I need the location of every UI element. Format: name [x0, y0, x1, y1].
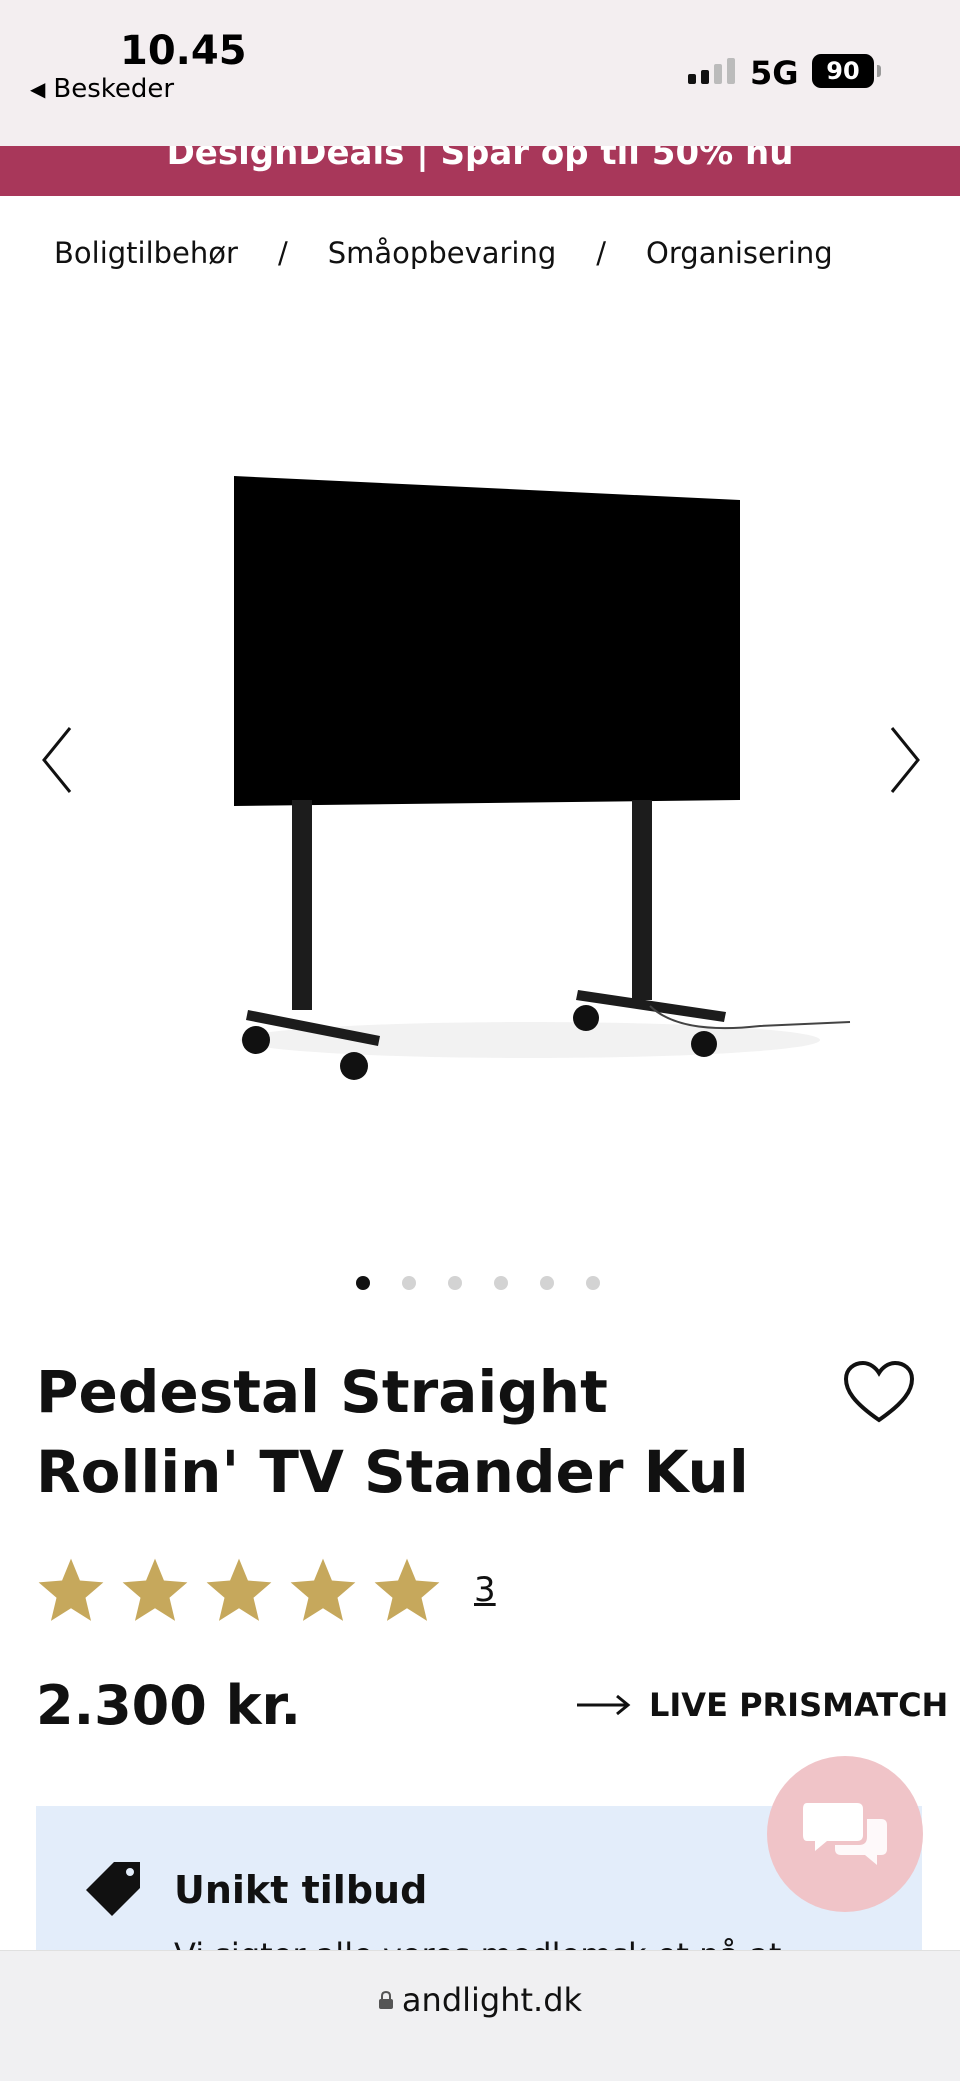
cellular-signal-icon	[688, 58, 737, 84]
back-label: Beskeder	[53, 74, 175, 104]
chat-button[interactable]	[767, 1756, 923, 1912]
network-type: 5G	[750, 54, 799, 92]
offer-title: Unikt tilbud	[174, 1868, 428, 1912]
star-icon	[290, 1558, 356, 1621]
star-rating	[34, 1554, 444, 1628]
gallery-dot[interactable]	[586, 1276, 600, 1290]
status-time: 10.45	[120, 28, 247, 74]
product-title: Pedestal Straight Rollin' TV Stander Kul	[36, 1358, 749, 1506]
promo-text: DesignDeals | Spar op til 50% nu	[166, 146, 794, 173]
gallery-dot[interactable]	[402, 1276, 416, 1290]
breadcrumb-item-organisering[interactable]: Organisering	[646, 236, 833, 270]
gallery-dot[interactable]	[494, 1276, 508, 1290]
breadcrumb-item-smaaopbevaring[interactable]: Småopbevaring	[328, 236, 557, 270]
product-price: 2.300 kr.	[36, 1674, 301, 1737]
gallery-dot[interactable]	[540, 1276, 554, 1290]
gallery-dot[interactable]	[448, 1276, 462, 1290]
promo-banner[interactable]: DesignDeals | Spar op til 50% nu	[0, 146, 960, 196]
browser-url-bar[interactable]: andlight.dk	[0, 1950, 960, 2081]
wishlist-heart-icon[interactable]	[843, 1360, 915, 1426]
live-prismatch-link[interactable]: LIVE PRISMATCH	[575, 1686, 948, 1724]
breadcrumb: Boligtilbehør / Småopbevaring / Organise…	[54, 236, 833, 270]
gallery-pagination	[356, 1276, 600, 1290]
status-bar: 10.45 ◀ Beskeder 5G 90	[0, 0, 960, 146]
star-icon	[122, 1558, 188, 1621]
star-icon	[38, 1558, 104, 1621]
review-count-link[interactable]: 3	[474, 1570, 496, 1610]
url-display[interactable]: andlight.dk	[0, 1981, 960, 2019]
gallery-dot[interactable]	[356, 1276, 370, 1290]
battery-level: 90	[826, 57, 860, 85]
price-tag-icon	[86, 1862, 140, 1916]
star-icon	[374, 1558, 440, 1621]
star-icon	[206, 1558, 272, 1621]
battery-tip	[877, 65, 881, 77]
previous-image-chevron-icon[interactable]	[38, 720, 78, 800]
prismatch-label: LIVE PRISMATCH	[649, 1686, 949, 1724]
lock-icon	[378, 1990, 393, 2009]
next-image-chevron-icon[interactable]	[884, 720, 924, 800]
product-image[interactable]	[0, 300, 960, 1240]
breadcrumb-separator: /	[277, 236, 288, 270]
breadcrumb-separator: /	[596, 236, 607, 270]
back-triangle-icon: ◀	[30, 77, 46, 101]
url-text: andlight.dk	[401, 1981, 583, 2019]
breadcrumb-item-boligtilbehor[interactable]: Boligtilbehør	[54, 236, 238, 270]
arrow-right-icon	[577, 1694, 631, 1716]
chat-bubbles-icon	[803, 1803, 887, 1865]
battery-icon: 90	[812, 54, 874, 88]
back-to-messages-link[interactable]: ◀ Beskeder	[30, 74, 174, 104]
